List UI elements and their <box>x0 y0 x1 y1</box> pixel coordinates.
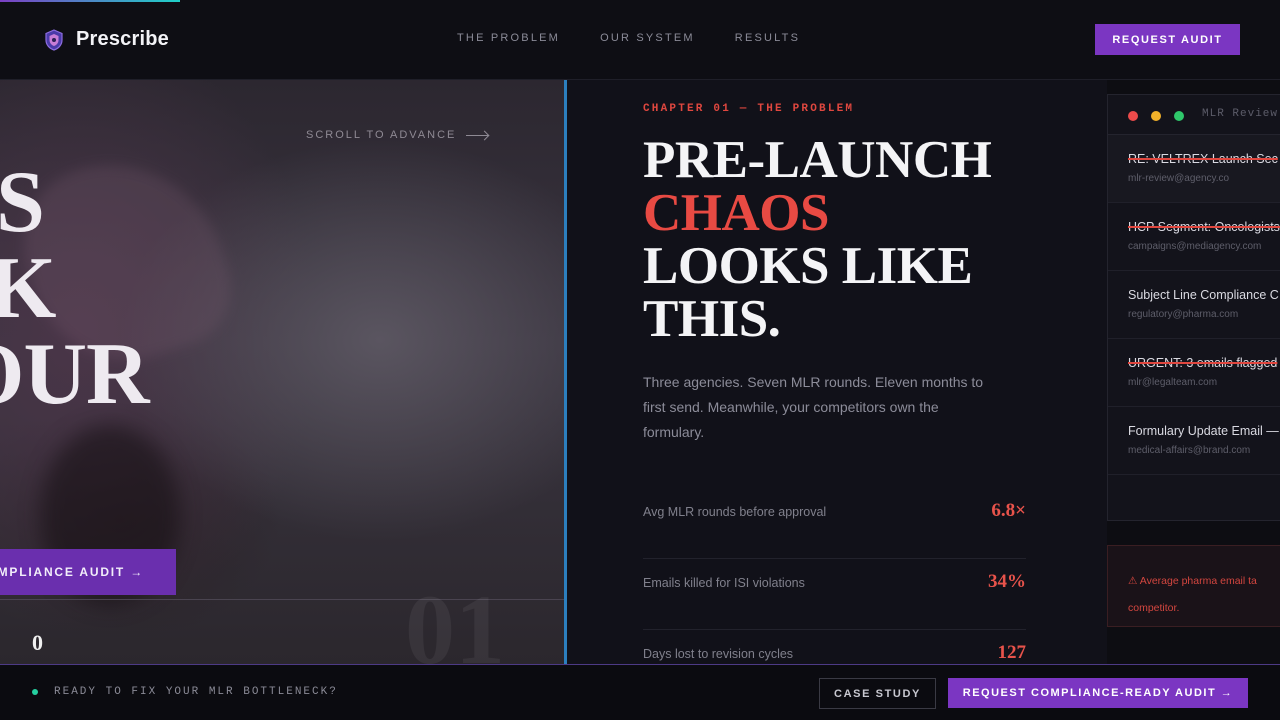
email-subject: Subject Line Compliance C <box>1128 288 1279 302</box>
hero-image-panel: SCROLL TO ADVANCE S K OUR MPLIANCE AUDIT… <box>0 80 564 665</box>
email-sender: mlr-review@agency.co <box>1128 173 1230 184</box>
stat-row: Emails killed for ISI violations 34% <box>643 559 1026 630</box>
email-subject: URGENT: 3 emails flagged <box>1128 356 1278 370</box>
stat-label: Avg MLR rounds before approval <box>643 505 827 519</box>
nav-results[interactable]: RESULTS <box>735 32 800 44</box>
warning-alert-text: ⚠ Average pharma email ta competitor. <box>1128 575 1257 614</box>
hero-word: K <box>0 240 56 337</box>
hero-word: S <box>0 154 45 251</box>
inbox-titlebar: MLR Review <box>1108 95 1280 135</box>
stat-row: Avg MLR rounds before approval 6.8× <box>643 488 1026 559</box>
chapter-headline: PRE-LAUNCH CHAOS LOOKS LIKE THIS. <box>643 131 992 348</box>
chapter-content: CHAPTER 01 — THE PROBLEM PRE-LAUNCH CHAO… <box>567 80 1107 665</box>
arrow-right-icon <box>466 134 489 136</box>
email-item[interactable]: RE: VELTREX Launch Sec mlr-review@agency… <box>1108 135 1280 203</box>
scroll-hint[interactable]: SCROLL TO ADVANCE <box>306 129 489 141</box>
email-item[interactable]: URGENT: 3 emails flagged mlr@legalteam.c… <box>1108 339 1280 407</box>
case-study-button[interactable]: CASE STUDY <box>819 678 936 709</box>
scroll-progress-bar <box>0 0 180 2</box>
stat-label: Emails killed for ISI violations <box>643 576 805 590</box>
email-sender: mlr@legalteam.com <box>1128 377 1218 388</box>
request-audit-button[interactable]: REQUEST AUDIT <box>1095 24 1240 55</box>
hero-counter: 0 <box>32 630 43 655</box>
email-subject: RE: VELTREX Launch Sec <box>1128 152 1278 166</box>
email-subject: HCP Segment: Oncologists <box>1128 220 1280 234</box>
scroll-hint-label: SCROLL TO ADVANCE <box>306 129 457 141</box>
email-sender: regulatory@pharma.com <box>1128 309 1239 320</box>
status-dot-icon <box>32 689 38 695</box>
stat-value: 6.8× <box>991 500 1026 521</box>
headline-highlight: CHAOS <box>643 184 829 242</box>
chapter-label: CHAPTER 01 — THE PROBLEM <box>643 103 855 115</box>
email-sender: medical-affairs@brand.com <box>1128 445 1251 456</box>
brand-name: Prescribe <box>76 28 169 50</box>
bottom-cta-prompt: READY TO FIX YOUR MLR BOTTLENECK? <box>54 686 338 698</box>
hero-headline: S K OUR <box>0 154 150 423</box>
headline-line: PRE-LAUNCH <box>643 131 992 189</box>
inbox-title: MLR Review <box>1202 108 1279 120</box>
headline-line: THIS. <box>643 290 781 348</box>
chapter-description: Three agencies. Seven MLR rounds. Eleven… <box>643 374 984 440</box>
window-minimize-dot <box>1151 111 1161 121</box>
email-item[interactable]: Subject Line Compliance C regulatory@pha… <box>1108 271 1280 339</box>
stat-value: 34% <box>988 571 1026 592</box>
window-close-dot <box>1128 111 1138 121</box>
email-subject: Formulary Update Email — <box>1128 424 1279 438</box>
email-item[interactable]: Formulary Update Email — medical-affairs… <box>1108 407 1280 475</box>
email-item[interactable]: HCP Segment: Oncologists campaigns@media… <box>1108 203 1280 271</box>
ghost-chapter-number: 01 <box>405 574 505 665</box>
email-sender: campaigns@mediagency.com <box>1128 241 1262 252</box>
hero-word: OUR <box>0 326 150 423</box>
stat-label: Days lost to revision cycles <box>643 647 794 661</box>
nav-the-problem[interactable]: THE PROBLEM <box>457 32 560 44</box>
mlr-review-inbox: MLR Review RE: VELTREX Launch Sec mlr-re… <box>1107 94 1280 521</box>
brand[interactable]: Prescribe <box>44 28 169 51</box>
shield-logo-icon <box>45 28 63 51</box>
compliance-audit-button[interactable]: MPLIANCE AUDIT → <box>0 549 176 595</box>
request-compliance-audit-button[interactable]: REQUEST COMPLIANCE-READY AUDIT → <box>948 678 1248 708</box>
window-maximize-dot <box>1174 111 1184 121</box>
main-nav: THE PROBLEM OUR SYSTEM RESULTS <box>457 32 800 44</box>
top-navbar: Prescribe THE PROBLEM OUR SYSTEM RESULTS… <box>0 0 1280 80</box>
headline-line: LOOKS LIKE <box>643 237 973 295</box>
warning-alert: ⚠ Average pharma email ta competitor. <box>1107 545 1280 627</box>
stat-value: 127 <box>997 642 1027 663</box>
bottom-cta-bar: READY TO FIX YOUR MLR BOTTLENECK? CASE S… <box>0 664 1280 720</box>
nav-our-system[interactable]: OUR SYSTEM <box>600 32 695 44</box>
